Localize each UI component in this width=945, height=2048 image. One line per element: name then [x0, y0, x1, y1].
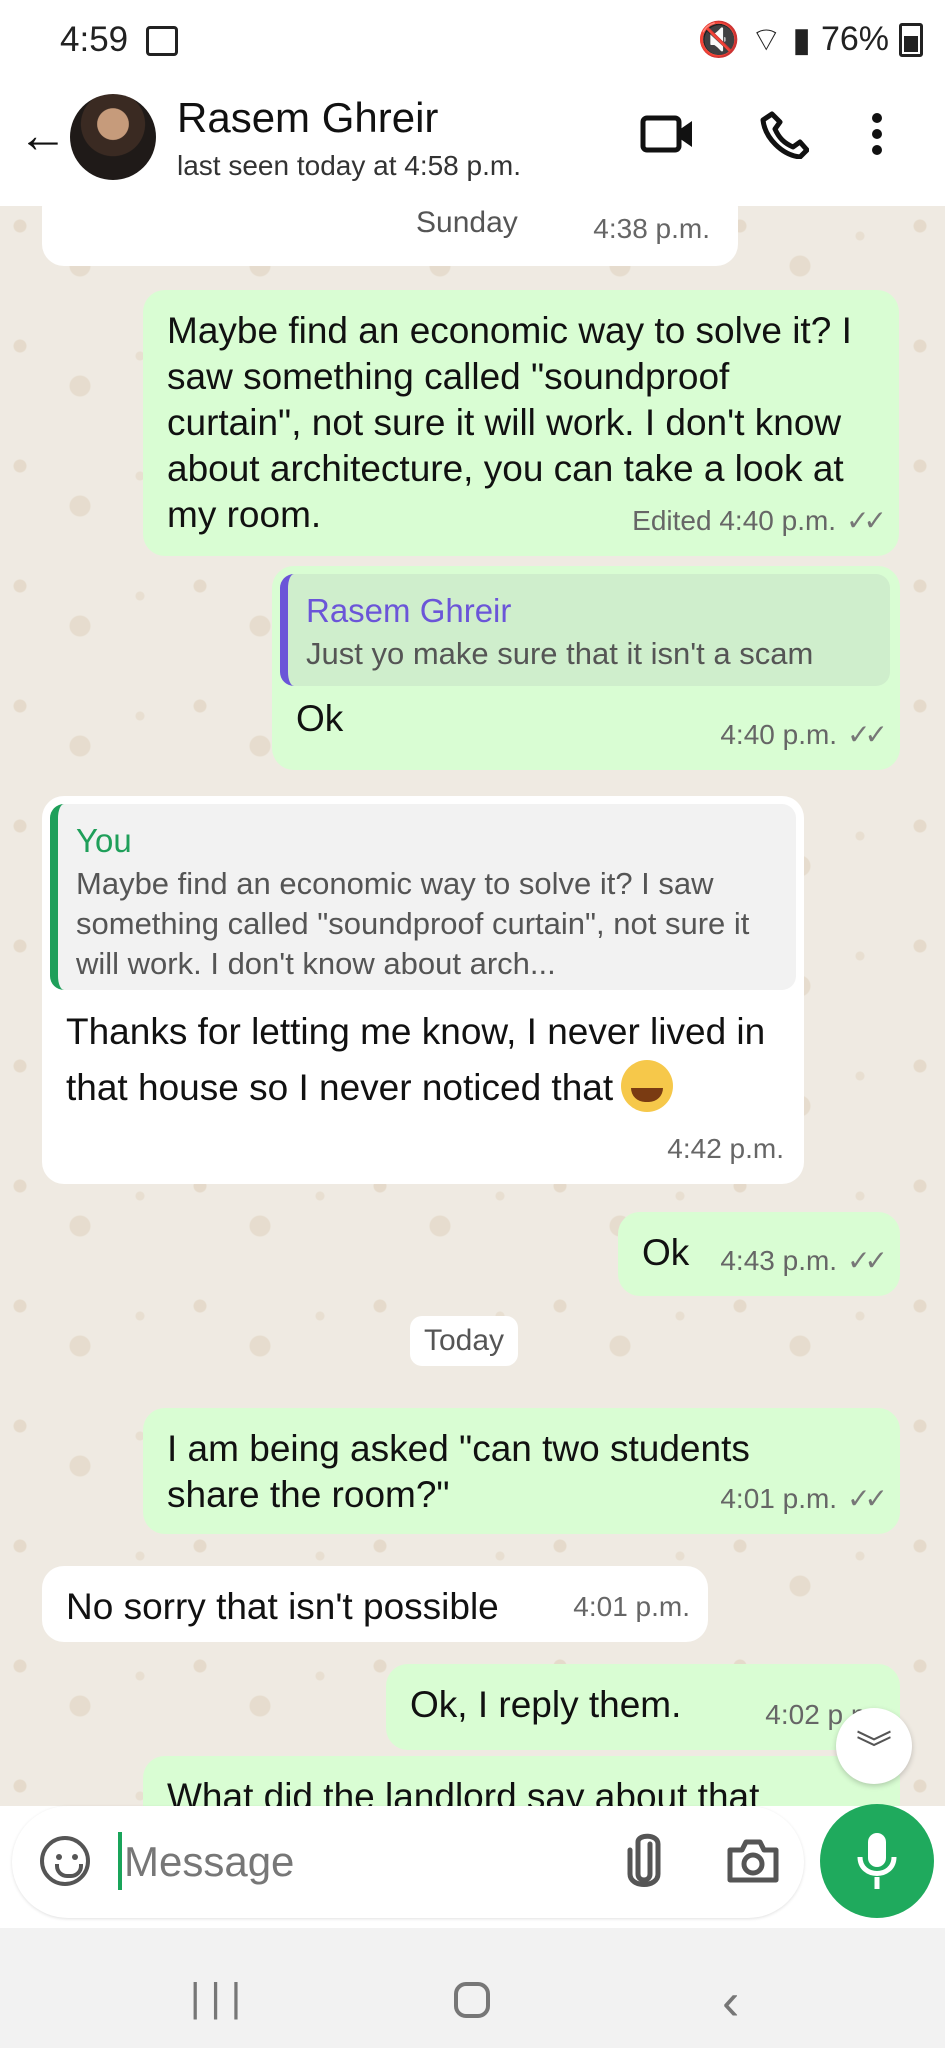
message-composer: [12, 1806, 804, 1918]
message-time: 4:38 p.m.: [593, 213, 710, 244]
contact-avatar[interactable]: [70, 94, 156, 180]
signal-icon: ▮: [792, 20, 811, 59]
message-bubble-outgoing[interactable]: Ok, I reply them. 4:02 p.m.: [386, 1664, 900, 1750]
system-navigation-bar: ||| ‹: [0, 1928, 945, 2048]
quoted-author: Rasem Ghreir: [306, 592, 512, 629]
contact-name[interactable]: Rasem Ghreir: [177, 94, 438, 142]
double-check-icon: ✓✓: [847, 719, 888, 750]
message-time: 4:42 p.m.: [667, 1133, 784, 1164]
emoji-icon[interactable]: [40, 1836, 90, 1886]
double-check-icon: ✓✓: [847, 1245, 888, 1276]
double-check-icon: ✓✓: [847, 1483, 888, 1514]
message-bubble-outgoing[interactable]: Maybe find an economic way to solve it? …: [143, 290, 899, 556]
recent-apps-icon[interactable]: |||: [190, 1976, 251, 2021]
voice-record-button[interactable]: [820, 1804, 934, 1918]
wifi-icon: ⌔: [750, 21, 783, 59]
quoted-message[interactable]: You Maybe find an economic way to solve …: [50, 804, 796, 990]
message-text: Thanks for letting me know, I never live…: [66, 1004, 786, 1116]
battery-icon: [899, 22, 923, 57]
message-bubble-incoming[interactable]: No sorry that isn't possible 4:01 p.m.: [42, 1566, 708, 1642]
chat-header: ← Rasem Ghreir last seen today at 4:58 p…: [0, 80, 945, 207]
quoted-author: You: [76, 822, 132, 859]
message-meta: Edited 4:40 p.m.: [632, 505, 837, 536]
message-text: I am being asked "can two students share…: [167, 1428, 750, 1515]
message-bubble-incoming[interactable]: 4:38 p.m.: [42, 206, 738, 266]
reply-message-bubble-incoming[interactable]: You Maybe find an economic way to solve …: [42, 796, 804, 1184]
chat-area[interactable]: 4:38 p.m. Sunday Maybe find an economic …: [0, 206, 945, 1806]
message-bubble-outgoing[interactable]: What did the landlord say about that: [143, 1756, 900, 1806]
quoted-text: Maybe find an economic way to solve it? …: [76, 866, 750, 981]
date-separator-today: Today: [410, 1316, 519, 1366]
status-bar: 4:59 🔇 ⌔ ▮ 76%: [0, 0, 945, 80]
scroll-to-bottom-button[interactable]: ︾: [836, 1708, 912, 1784]
back-icon[interactable]: ‹: [722, 1972, 739, 2032]
message-input[interactable]: [122, 1826, 586, 1898]
grinning-sweat-emoji-icon: [621, 1060, 674, 1112]
attach-icon[interactable]: [622, 1830, 666, 1890]
mute-icon: 🔇: [697, 20, 741, 59]
double-chevron-down-icon: ︾: [855, 1728, 892, 1769]
message-time: 4:01 p.m.: [720, 1483, 838, 1514]
status-icons: 🔇 ⌔ ▮ 76%: [698, 18, 923, 61]
last-seen-status: last seen today at 4:58 p.m.: [177, 150, 521, 181]
back-arrow-icon[interactable]: ←: [18, 110, 68, 160]
message-text: Ok: [296, 698, 344, 739]
reply-message-bubble[interactable]: Rasem Ghreir Just yo make sure that it i…: [272, 566, 900, 770]
message-time: 4:43 p.m.: [720, 1245, 838, 1276]
quoted-message[interactable]: Rasem Ghreir Just yo make sure that it i…: [280, 574, 890, 686]
message-bubble-outgoing[interactable]: Ok 4:43 p.m. ✓✓: [618, 1212, 900, 1296]
double-check-icon: ✓✓: [846, 505, 887, 536]
microphone-icon: [857, 1833, 897, 1889]
gallery-notification-icon: [146, 26, 178, 56]
message-bubble-outgoing[interactable]: I am being asked "can two students share…: [143, 1408, 900, 1534]
message-text: What did the landlord say about that: [167, 1776, 760, 1806]
camera-icon[interactable]: [724, 1832, 782, 1890]
more-options-icon[interactable]: [862, 106, 892, 162]
voice-call-icon[interactable]: [756, 106, 812, 162]
battery-percent: 76%: [820, 20, 889, 58]
date-separator-sunday: Sunday: [402, 206, 532, 248]
home-icon[interactable]: [454, 1982, 490, 2018]
status-time: 4:59: [60, 20, 129, 59]
video-call-icon[interactable]: [640, 106, 696, 162]
quoted-text: Just yo make sure that it isn't a scam: [306, 636, 814, 671]
message-time: 4:01 p.m.: [573, 1591, 690, 1622]
message-time: 4:40 p.m.: [720, 719, 838, 750]
